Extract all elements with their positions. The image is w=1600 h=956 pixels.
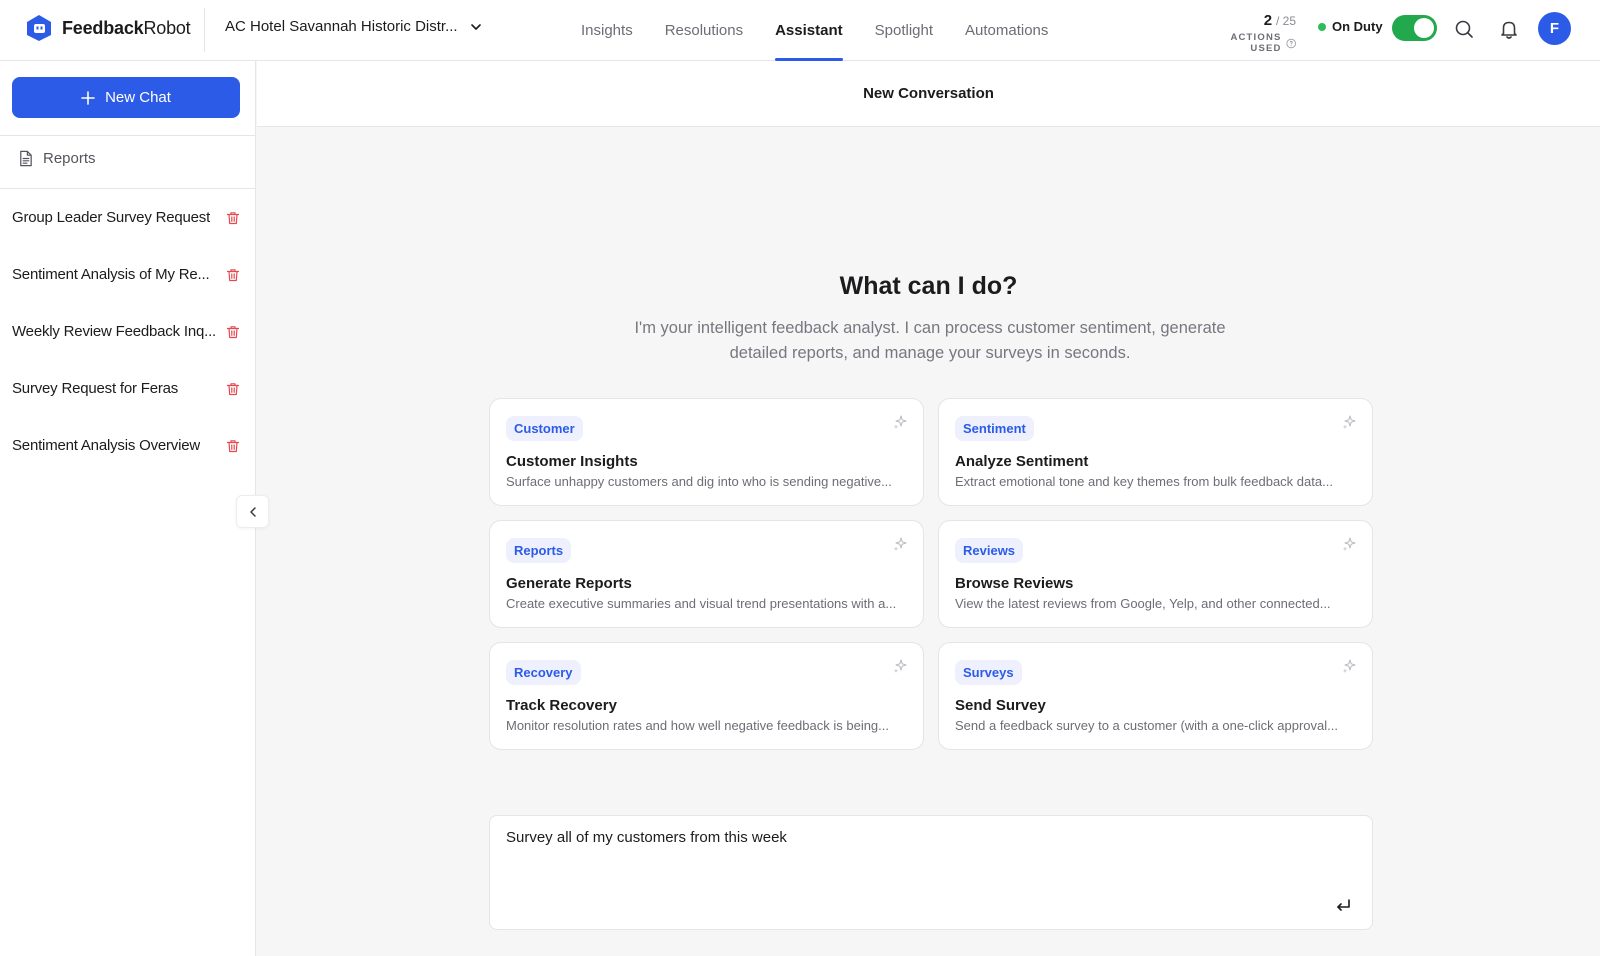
- sparkle-icon: [893, 415, 907, 429]
- nav-spotlight[interactable]: Spotlight: [859, 0, 949, 61]
- card-customer-insights[interactable]: Customer Customer Insights Surface unhap…: [489, 398, 924, 506]
- sparkle-icon: [893, 537, 907, 551]
- trash-icon[interactable]: [226, 268, 240, 282]
- duty-label: On Duty: [1332, 19, 1383, 34]
- card-description: Extract emotional tone and key themes fr…: [955, 474, 1333, 489]
- chat-title: Sentiment Analysis Overview: [12, 437, 201, 454]
- card-track-recovery[interactable]: Recovery Track Recovery Monitor resoluti…: [489, 642, 924, 750]
- trash-icon[interactable]: [226, 211, 240, 225]
- enter-icon[interactable]: [1334, 897, 1352, 915]
- card-tag: Surveys: [955, 660, 1022, 685]
- main-nav: Insights Resolutions Assistant Spotlight…: [565, 0, 1064, 61]
- card-generate-reports[interactable]: Reports Generate Reports Create executiv…: [489, 520, 924, 628]
- chat-history-item[interactable]: Group Leader Survey Request: [0, 189, 256, 246]
- hero-subtitle: I'm your intelligent feedback analyst. I…: [634, 319, 1226, 362]
- card-description: View the latest reviews from Google, Yel…: [955, 596, 1331, 611]
- card-tag: Recovery: [506, 660, 581, 685]
- bell-icon[interactable]: [1497, 17, 1521, 41]
- conversation-header: New Conversation: [257, 61, 1600, 127]
- card-tag: Reports: [506, 538, 572, 563]
- top-navbar: FeedbackRobot AC Hotel Savannah Historic…: [0, 0, 1600, 61]
- sidebar: New Chat Reports Group Leader Survey Req…: [0, 61, 256, 956]
- card-title: Generate Reports: [506, 575, 632, 592]
- chat-title: Group Leader Survey Request: [12, 209, 211, 226]
- logo-icon: [27, 15, 51, 41]
- chat-history-list: Group Leader Survey Request Sentiment An…: [0, 189, 256, 474]
- actions-used: 2 / 25 ACTIONS USED: [1200, 12, 1296, 54]
- card-tag: Sentiment: [955, 416, 1034, 441]
- card-tag: Customer: [506, 416, 583, 441]
- new-chat-button[interactable]: New Chat: [12, 77, 240, 118]
- suggestion-cards: Customer Customer Insights Surface unhap…: [489, 398, 1373, 750]
- nav-resolutions[interactable]: Resolutions: [649, 0, 759, 61]
- chat-title: Survey Request for Feras: [12, 380, 179, 397]
- chevron-left-icon: [249, 506, 256, 517]
- sidebar-item-reports[interactable]: Reports: [17, 150, 96, 167]
- message-composer: Survey all of my customers from this wee…: [489, 815, 1373, 930]
- info-icon[interactable]: [1286, 38, 1296, 49]
- user-avatar[interactable]: F: [1538, 12, 1571, 45]
- chat-history-item[interactable]: Weekly Review Feedback Inq...: [0, 303, 256, 360]
- sparkle-icon: [1342, 659, 1356, 673]
- divider: [0, 135, 256, 136]
- divider: [204, 8, 205, 52]
- new-chat-label: New Chat: [105, 89, 171, 106]
- chat-title: Weekly Review Feedback Inq...: [12, 323, 217, 340]
- chat-history-item[interactable]: Survey Request for Feras: [0, 360, 256, 417]
- status-dot: [1318, 22, 1326, 31]
- duty-status: On Duty: [1318, 19, 1383, 34]
- chevron-down-icon: [470, 23, 481, 30]
- card-title: Track Recovery: [506, 697, 617, 714]
- toggle-knob: [1414, 18, 1434, 38]
- card-tag: Reviews: [955, 538, 1024, 563]
- sparkle-icon: [1342, 415, 1356, 429]
- brand-logo[interactable]: FeedbackRobot: [26, 14, 191, 42]
- property-selector[interactable]: AC Hotel Savannah Historic Distr...: [225, 18, 482, 35]
- trash-icon[interactable]: [226, 439, 240, 453]
- card-title: Customer Insights: [506, 453, 638, 470]
- card-analyze-sentiment[interactable]: Sentiment Analyze Sentiment Extract emot…: [938, 398, 1373, 506]
- plus-icon: [81, 90, 95, 105]
- trash-icon[interactable]: [226, 325, 240, 339]
- property-name: AC Hotel Savannah Historic Distr...: [225, 18, 458, 35]
- on-duty-toggle[interactable]: [1392, 15, 1437, 41]
- chat-history-item[interactable]: Sentiment Analysis of My Re...: [0, 246, 256, 303]
- trash-icon[interactable]: [226, 382, 240, 396]
- hero-title: What can I do?: [839, 272, 1018, 300]
- nav-assistant[interactable]: Assistant: [759, 0, 859, 61]
- card-description: Send a feedback survey to a customer (wi…: [955, 718, 1338, 733]
- actions-label: ACTIONS USED: [1200, 32, 1296, 54]
- reports-label: Reports: [43, 150, 96, 167]
- message-input[interactable]: Survey all of my customers from this wee…: [506, 829, 1306, 879]
- card-description: Monitor resolution rates and how well ne…: [506, 718, 889, 733]
- card-title: Send Survey: [955, 697, 1046, 714]
- chat-history-item[interactable]: Sentiment Analysis Overview: [0, 417, 256, 474]
- card-send-survey[interactable]: Surveys Send Survey Send a feedback surv…: [938, 642, 1373, 750]
- card-description: Surface unhappy customers and dig into w…: [506, 474, 892, 489]
- actions-count: 2 / 25: [1263, 12, 1296, 29]
- brand-name: FeedbackRobot: [62, 17, 191, 38]
- card-title: Analyze Sentiment: [955, 453, 1089, 470]
- sparkle-icon: [1342, 537, 1356, 551]
- card-title: Browse Reviews: [955, 575, 1074, 592]
- collapse-sidebar-button[interactable]: [236, 495, 269, 528]
- sparkle-icon: [893, 659, 907, 673]
- chat-title: Sentiment Analysis of My Re...: [12, 266, 210, 283]
- search-icon[interactable]: [1452, 17, 1476, 41]
- card-browse-reviews[interactable]: Reviews Browse Reviews View the latest r…: [938, 520, 1373, 628]
- card-description: Create executive summaries and visual tr…: [506, 596, 897, 611]
- nav-insights[interactable]: Insights: [565, 0, 649, 61]
- document-icon: [20, 150, 32, 167]
- nav-automations[interactable]: Automations: [949, 0, 1064, 61]
